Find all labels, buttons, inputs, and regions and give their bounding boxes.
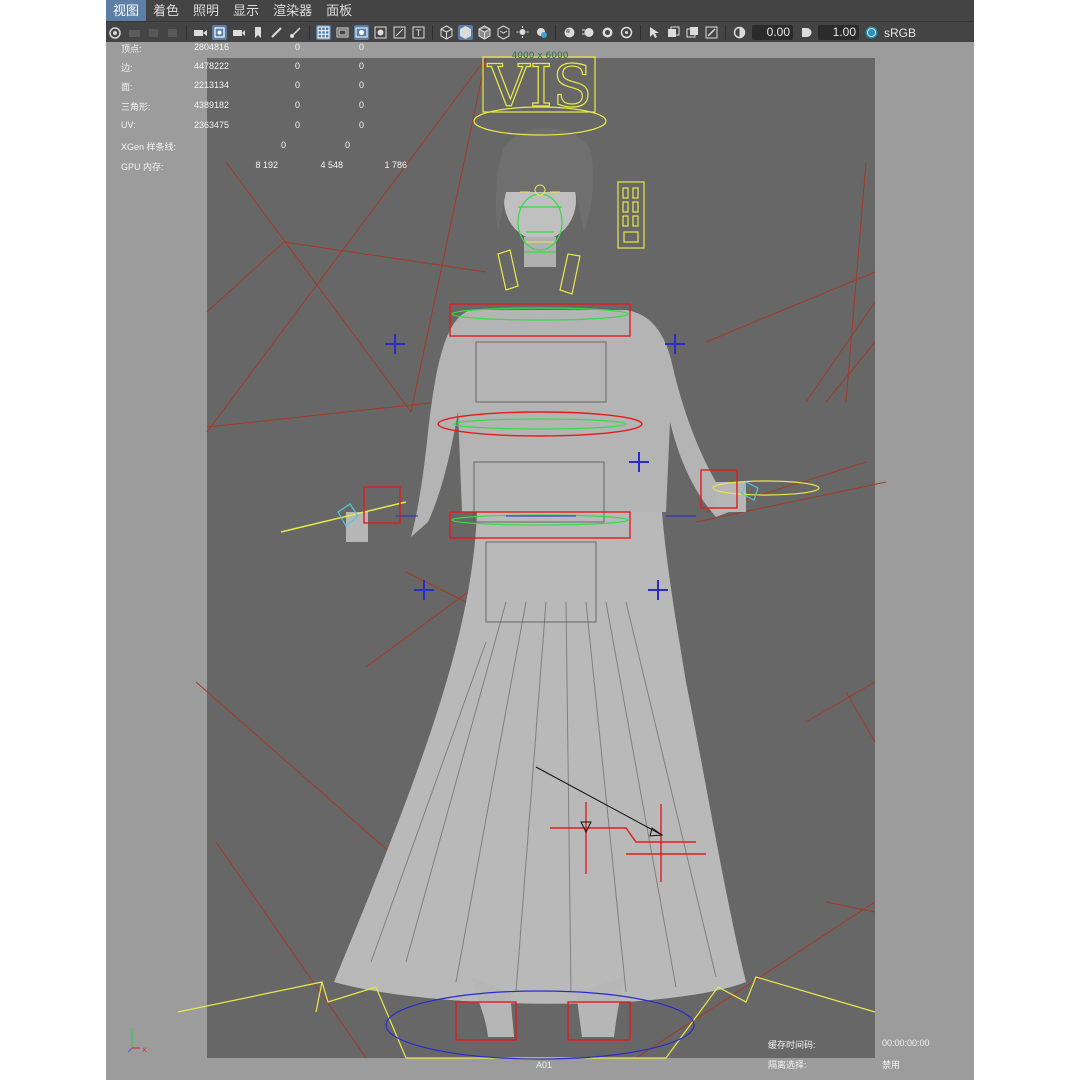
toolbar-separator [186,25,187,40]
hud-stat-value: 0 [358,61,364,71]
xray-icon[interactable] [666,25,681,40]
image-plane-icon[interactable] [165,25,180,40]
menu-item-3[interactable]: 显示 [226,0,266,21]
safe-action-icon[interactable]: T [411,25,426,40]
motion-blur-icon[interactable] [581,25,596,40]
hud-stat-value: 4389182 [193,100,229,110]
hud-stat-value: 2213134 [193,80,229,90]
hud-stat-value: 0 [358,100,364,110]
ambient-occlusion-icon[interactable] [562,25,577,40]
cache-timecode-value: 00:00:00:00 [882,1038,930,1048]
menu-item-4[interactable]: 渲染器 [266,0,319,21]
menu-item-0[interactable]: 视图 [106,0,147,21]
hud-stat-value: 0 [358,120,364,130]
exposure-field[interactable]: 0.00 [752,25,793,40]
hud-stat-label: 面: [121,82,133,92]
hud-stat-value: 2804816 [193,42,229,52]
view-transform-icon[interactable] [864,25,879,40]
2d-pan-zoom-icon[interactable] [193,25,208,40]
hud-stat-value: 2363475 [193,120,229,130]
grid-icon[interactable] [316,25,331,40]
panel-toolbar: T 0.00 1.00 sRGB [106,21,974,43]
toolbar-separator [555,25,556,40]
gamma-icon[interactable] [798,25,813,40]
hud-stat-label: 三角形: [121,102,151,112]
scene-canvas: VIS 4000 x 6000 [177,51,887,1060]
hud-gpu-value: 4 548 [320,160,343,170]
gate-mask-icon[interactable] [373,25,388,40]
panel-menu-bar: 视图 着色 照明 显示 渲染器 面板 [106,0,974,21]
vis-label: VIS [487,52,593,120]
bookmark-flag-icon[interactable] [250,25,265,40]
color-space-label[interactable]: sRGB [884,26,916,40]
depth-of-field-icon[interactable] [619,25,634,40]
svg-text:T: T [415,29,422,39]
hud-stat-label: UV: [121,120,136,130]
grease-pencil-icon[interactable] [212,25,227,40]
hud-stat-value: 0 [358,42,364,52]
brush-icon[interactable] [288,25,303,40]
hud-stat-label: 顶点: [121,44,142,54]
field-chart-icon[interactable] [392,25,407,40]
xray-joints-icon[interactable] [704,25,719,40]
resolution-label: 4000 x 6000 [512,51,569,61]
isolate-select-value: 禁用 [882,1060,901,1070]
xray-active-components-icon[interactable] [685,25,700,40]
hud-stat-value: 4478222 [193,61,229,71]
anti-aliasing-icon[interactable] [600,25,615,40]
wireframe-on-shaded-icon[interactable] [477,25,492,40]
wireframe-icon[interactable] [439,25,454,40]
film-gate-icon[interactable] [335,25,350,40]
hud-xgen-value: 0 [280,140,286,150]
toolbar-separator [725,25,726,40]
cache-timecode-label: 缓存时间码: [768,1040,816,1050]
toolbar-separator [309,25,310,40]
svg-text:x: x [142,1045,147,1054]
hud-stat-value: 0 [294,80,300,90]
svg-text:y: y [130,1028,134,1034]
menu-item-5[interactable]: 面板 [319,0,359,21]
view-axis-indicator: x y [126,1026,156,1061]
hud-stat-value: 0 [294,100,300,110]
viewport-3d[interactable]: VIS 4000 x 6000 顶点: 2804816 0 0 边: 44782… [106,42,974,1080]
hud-stat-value: 0 [294,120,300,130]
character-model[interactable] [334,128,746,1037]
exposure-icon[interactable] [732,25,747,40]
gamma-field[interactable]: 1.00 [818,25,859,40]
grease-pencil-tool-icon[interactable] [269,25,284,40]
lights-icon[interactable] [515,25,530,40]
smooth-shade-icon[interactable] [458,25,473,40]
hud-xgen-label: XGen 样条线: [121,142,177,152]
menu-item-2[interactable]: 照明 [186,0,226,21]
toolbar-separator [432,25,433,40]
hud-stat-value: 0 [294,61,300,71]
select-camera-icon[interactable] [108,25,123,40]
isolate-select-icon[interactable] [647,25,662,40]
hud-gpu-value: 8 192 [255,160,278,170]
toolbar-separator [640,25,641,40]
menu-item-1[interactable]: 着色 [146,0,186,21]
hud-gpu-value: 1 786 [384,160,407,170]
resolution-gate-icon[interactable] [354,25,369,40]
camera-icon[interactable] [231,25,246,40]
maya-viewport-panel: 视图 着色 照明 显示 渲染器 面板 T 0.00 1.00 sRGB VIS … [106,0,974,1080]
camera-attributes-icon[interactable] [127,25,142,40]
shadows-icon[interactable] [534,25,549,40]
bookmark-icon[interactable] [146,25,161,40]
camera-name-label: A01 [535,1060,552,1070]
isolate-select-label: 隔离选择: [768,1060,807,1070]
face-control-panel[interactable] [617,181,645,249]
textured-icon[interactable] [496,25,511,40]
hud-stat-value: 0 [294,42,300,52]
hud-xgen-value: 0 [344,140,350,150]
hud-gpu-label: GPU 内存: [121,162,164,172]
hud-stat-value: 0 [358,80,364,90]
hud-stat-label: 边: [121,63,133,73]
